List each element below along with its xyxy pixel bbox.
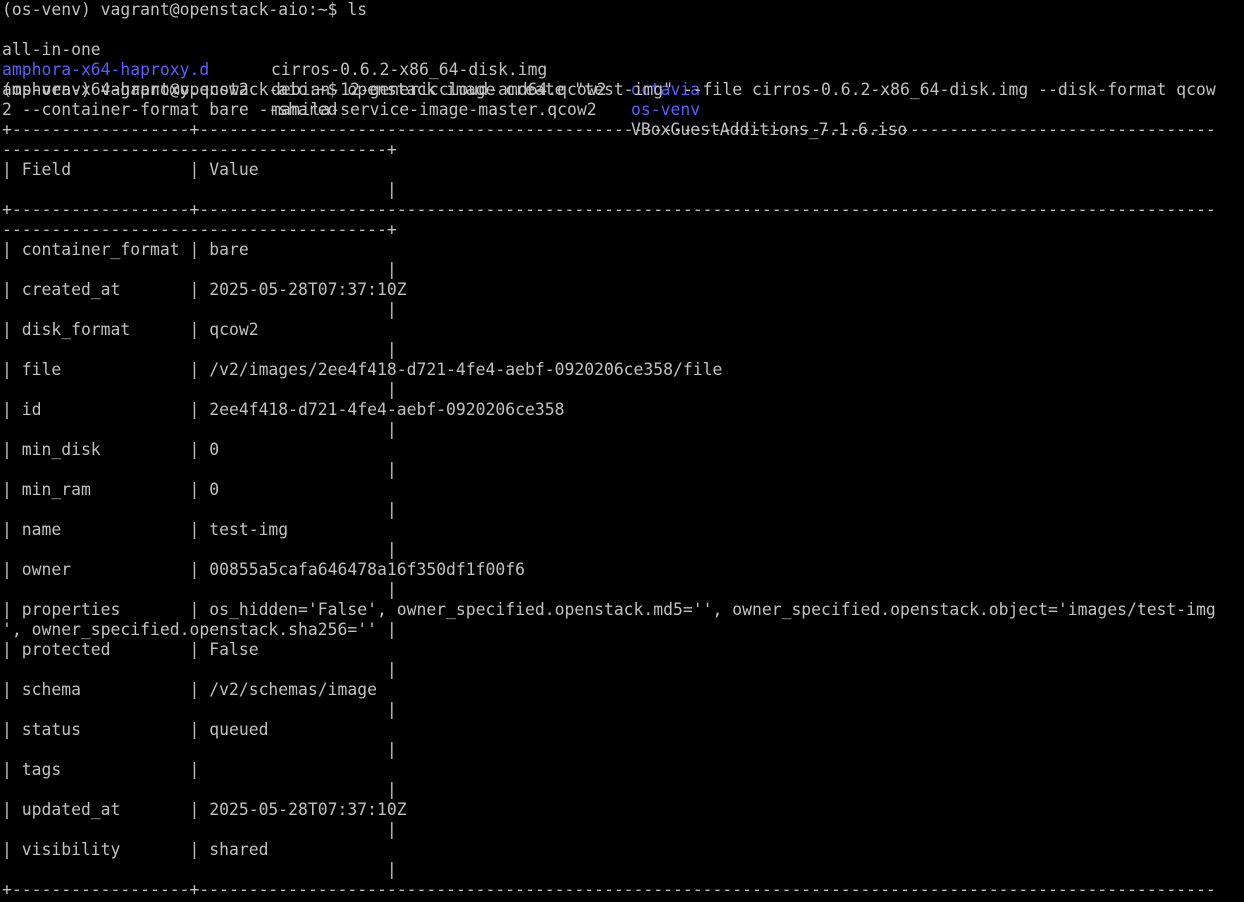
table-row-protected: | protected | False [2,640,259,659]
table-row-wrap: | [2,260,397,279]
table-row-wrap: | [2,780,397,799]
table-border: +------------------+--------------------… [2,880,1216,899]
table-row-wrap: | [2,500,397,519]
table-border: ---------------------------------------+ [2,140,397,159]
table-row-wrap: | [2,700,397,719]
prompt-ls-command: (os-venv) vagrant@openstack-aio:~$ ls [2,0,368,19]
ls-output-row-2: amphora-x64-haproxy.d debian-12-genericc… [2,40,1242,119]
ls-output-row-3: amphora-x64-haproxy.qcow2 manila-service… [2,60,1242,139]
ls-output-row-1: all-in-one cirros-0.6.2-x86_64-disk.img … [2,20,1242,99]
table-header-row: | Field | Value [2,160,259,179]
table-row-wrap: | [2,340,397,359]
table-row-visibility: | visibility | shared [2,840,269,859]
table-row-wrap: | [2,860,397,879]
table-row-wrap: | [2,660,397,679]
table-row-properties: | properties | os_hidden='False', owner_… [2,600,1216,619]
prompt-image-create-command: (os-venv) vagrant@openstack-aio:~$ opens… [2,80,1216,99]
command-continuation: 2 --container-format bare --shared [2,100,338,119]
table-row-tags: | tags | [2,760,200,779]
table-row-wrap: | [2,420,397,439]
table-row-file: | file | /v2/images/2ee4f418-d721-4fe4-a… [2,360,723,379]
table-border: +------------------+--------------------… [2,120,1216,139]
table-row-wrap: | [2,540,397,559]
table-row-wrap: | [2,460,397,479]
table-row-updated-at: | updated_at | 2025-05-28T07:37:10Z [2,800,407,819]
table-row-wrap: | [2,180,397,199]
terminal-window[interactable]: (os-venv) vagrant@openstack-aio:~$ ls al… [0,0,1244,902]
table-row-name: | name | test-img [2,520,289,539]
table-row-disk-format: | disk_format | qcow2 [2,320,259,339]
table-row-wrap: | [2,580,397,599]
table-row-min-ram: | min_ram | 0 [2,480,220,499]
table-border: +------------------+--------------------… [2,200,1216,219]
table-row-created-at: | created_at | 2025-05-28T07:37:10Z [2,280,407,299]
table-row-wrap: ', owner_specified.openstack.sha256='' | [2,620,397,639]
table-border: ---------------------------------------+ [2,220,397,239]
table-row-schema: | schema | /v2/schemas/image [2,680,377,699]
table-row-wrap: | [2,380,397,399]
ls-entry-directory: os-venv [631,100,701,119]
table-row-status: | status | queued [2,720,269,739]
table-row-wrap: | [2,740,397,759]
table-row-id: | id | 2ee4f418-d721-4fe4-aebf-0920206ce… [2,400,565,419]
table-row-wrap: | [2,820,397,839]
table-row-owner: | owner | 00855a5cafa646478a16f350df1f00… [2,560,526,579]
table-row-wrap: | [2,300,397,319]
table-row-min-disk: | min_disk | 0 [2,440,220,459]
table-row-container-format: | container_format | bare [2,240,249,259]
